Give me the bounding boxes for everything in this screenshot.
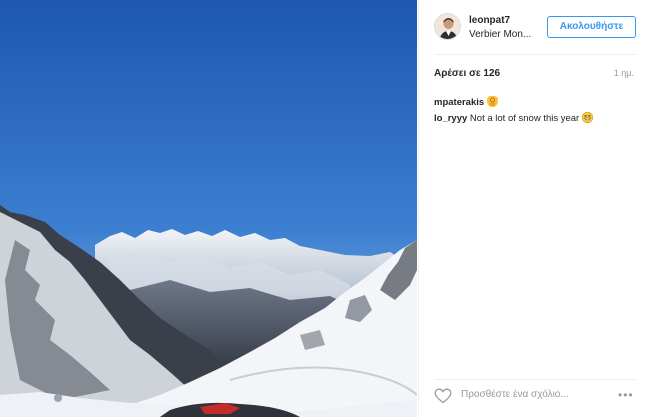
comment-username[interactable]: mpaterakis <box>434 97 484 108</box>
username-link[interactable]: leonpat7 <box>469 15 510 26</box>
post-photo[interactable] <box>0 0 417 417</box>
header-divider <box>434 54 636 55</box>
comment-bar: ••• <box>419 380 650 417</box>
comment-text: Not a lot of snow this year <box>469 113 580 124</box>
location-link[interactable]: Verbier Mon... <box>469 29 541 40</box>
post-sidebar: leonpat7 Verbier Mon... Ακολουθήστε Αρέσ… <box>418 0 650 417</box>
follow-button[interactable]: Ακολουθήστε <box>547 16 636 38</box>
comment-username[interactable]: lo_ryyy <box>434 113 467 124</box>
avatar-image <box>435 14 460 39</box>
comment-item: lo_ryyy Not a lot of snow this year <box>434 112 593 124</box>
grinning-face-emoji <box>581 112 593 123</box>
comment-item: mpaterakis <box>434 96 498 108</box>
more-options-icon[interactable]: ••• <box>618 388 634 402</box>
mountain-photo <box>0 0 417 417</box>
heart-icon[interactable] <box>434 388 452 404</box>
ok-hand-emoji <box>486 96 498 107</box>
likes-count[interactable]: Αρέσει σε 126 <box>434 68 500 79</box>
post-header: leonpat7 Verbier Mon... Ακολουθήστε <box>419 0 650 54</box>
add-comment-input[interactable] <box>461 389 611 400</box>
post-timestamp[interactable]: 1 ημ. <box>614 68 634 78</box>
avatar[interactable] <box>434 13 461 40</box>
